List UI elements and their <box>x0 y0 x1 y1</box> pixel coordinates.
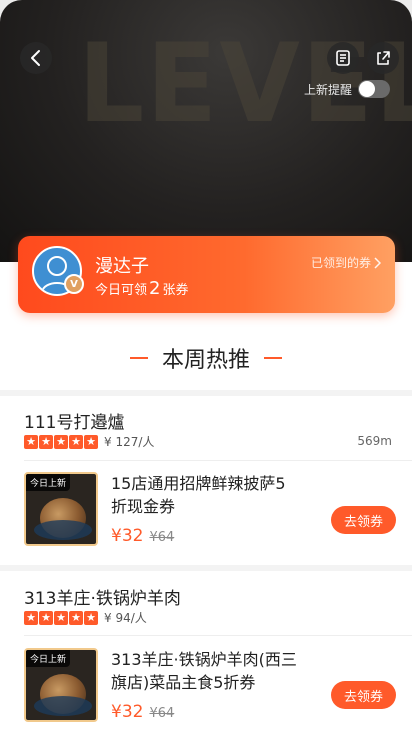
deal-thumbnail[interactable]: 今日上新 <box>24 472 98 546</box>
hero-banner: LEVEL 上新提醒 <box>0 0 412 262</box>
section-separator <box>0 390 412 396</box>
claimed-link-label: 已领到的券 <box>310 256 371 270</box>
price-per-person: ¥ 127/人 <box>104 435 155 449</box>
vip-badge: V <box>64 274 84 294</box>
deal-price-row: ¥32 ¥64 <box>111 702 174 722</box>
star-icon: ★ <box>69 434 83 449</box>
new-arrival-reminder: 上新提醒 <box>304 80 391 98</box>
star-icon: ★ <box>24 610 38 625</box>
star-icon: ★ <box>84 434 98 449</box>
claimed-coupons-link[interactable]: 已领到的券 <box>311 254 381 271</box>
star-icon: ★ <box>24 434 38 449</box>
divider <box>24 635 412 636</box>
heading-dash-right <box>264 357 282 359</box>
deal-price: ¥32 <box>111 526 144 546</box>
rating-stars: ★ ★ ★ ★ ★ <box>24 610 98 625</box>
section-separator <box>0 565 412 571</box>
star-icon: ★ <box>54 610 68 625</box>
new-tag: 今日上新 <box>26 474 71 491</box>
share-icon <box>377 51 390 65</box>
new-tag: 今日上新 <box>26 650 71 667</box>
section-title: 本周热推 <box>161 348 250 373</box>
claim-coupon-button[interactable]: 去领券 <box>331 506 396 534</box>
store-name[interactable]: 313羊庄·铁锅炉羊肉 <box>24 584 181 609</box>
deal-title[interactable]: 15店通用招牌鲜辣披萨5折现金券 <box>111 472 301 518</box>
chevron-right-icon <box>374 256 381 269</box>
deal-thumbnail[interactable]: 今日上新 <box>24 648 98 722</box>
plate-image <box>34 696 92 716</box>
coupon-prefix: 今日可领 <box>95 283 148 298</box>
store-distance: 569m <box>357 434 392 448</box>
deal-title[interactable]: 313羊庄·铁锅炉羊肉(西三旗店)菜品主食5折券 <box>111 648 301 694</box>
section-heading: 本周热推 <box>0 342 412 374</box>
claim-coupon-button[interactable]: 去领券 <box>331 681 396 709</box>
star-icon: ★ <box>54 434 68 449</box>
rating-stars: ★ ★ ★ ★ ★ <box>24 434 98 449</box>
chevron-left-icon <box>31 50 40 66</box>
store-rating-row: ★ ★ ★ ★ ★ ¥ 127/人 <box>24 433 154 450</box>
star-icon: ★ <box>39 434 53 449</box>
star-icon: ★ <box>69 610 83 625</box>
back-button[interactable] <box>20 42 52 74</box>
username: 漫达子 <box>95 256 149 277</box>
coupon-suffix: 张券 <box>162 283 189 298</box>
app-screen: LEVEL 上新提醒 V 漫达子 今日可领 2 张券 已领到的券 本周热推 11… <box>0 0 412 731</box>
deal-original-price: ¥64 <box>149 706 175 721</box>
heading-dash-left <box>129 357 148 359</box>
notify-label: 上新提醒 <box>304 82 353 97</box>
document-icon <box>336 50 350 66</box>
notify-toggle[interactable] <box>358 80 391 98</box>
price-per-person: ¥ 94/人 <box>104 611 147 625</box>
coupon-count: 2 <box>149 278 161 299</box>
deal-price-row: ¥32 ¥64 <box>111 526 174 546</box>
divider <box>24 460 412 461</box>
store-rating-row: ★ ★ ★ ★ ★ ¥ 94/人 <box>24 609 147 626</box>
plate-image <box>34 520 92 540</box>
store-name[interactable]: 111号打邉爐 <box>24 408 124 433</box>
star-icon: ★ <box>84 610 98 625</box>
daily-coupon-info: 今日可领 2 张券 <box>95 278 188 299</box>
member-card: V 漫达子 今日可领 2 张券 已领到的券 <box>18 236 395 313</box>
toggle-knob <box>359 81 376 97</box>
star-icon: ★ <box>39 610 53 625</box>
share-button[interactable] <box>367 42 399 74</box>
deal-price: ¥32 <box>111 702 144 722</box>
deal-original-price: ¥64 <box>149 530 175 545</box>
notes-button[interactable] <box>327 42 359 74</box>
